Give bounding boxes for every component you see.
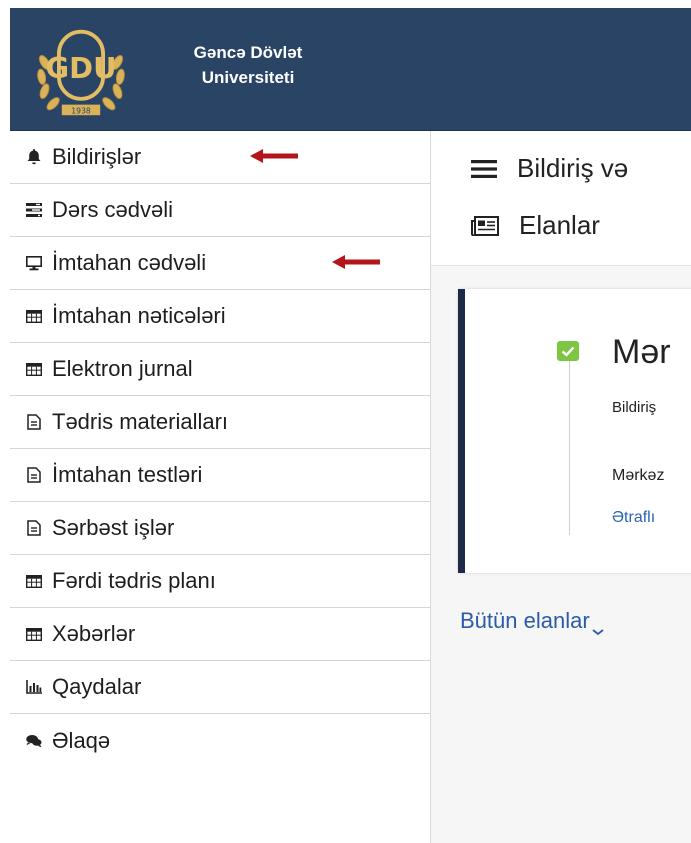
sidebar-item-label: İmtahan cədvəli [52, 250, 207, 275]
hamburger-menu-icon[interactable] [471, 159, 497, 179]
document-icon [26, 467, 42, 483]
announcement-body: Mərkəz [612, 467, 665, 484]
tasks-icon [26, 202, 42, 218]
announcement-title: Mər [612, 333, 671, 371]
table-icon [26, 308, 42, 324]
table-icon [26, 573, 42, 589]
table-icon [26, 361, 42, 377]
sidebar-item-label: Qaydalar [52, 674, 142, 699]
sidebar-item-independent-work[interactable]: Sərbəst işlər [10, 502, 430, 555]
sidebar-item-exam-tests[interactable]: İmtahan testləri [10, 449, 430, 502]
sidebar-item-label: Tədris materialları [52, 409, 229, 434]
document-icon [26, 414, 42, 430]
sidebar-item-teaching-materials[interactable]: Tədris materialları [10, 396, 430, 449]
read-more-link[interactable]: Ətraflı [612, 509, 655, 527]
table-icon [26, 626, 42, 642]
bar-chart-icon [26, 679, 42, 695]
announcements-row[interactable]: Elanlar [471, 210, 600, 241]
university-logo[interactable]: GDU 1938 [32, 24, 130, 120]
sidebar-item-label: Bildirişlər [52, 144, 142, 169]
top-nav-bar: Bildiriş və Elanlar [431, 131, 691, 266]
sidebar-item-class-schedule[interactable]: Dərs cədvəli [10, 184, 430, 237]
all-announcements-label: Bütün elanlar [460, 608, 590, 633]
sidebar-item-rules[interactable]: Qaydalar [10, 661, 430, 714]
sidebar-item-contact[interactable]: Əlaqə [10, 714, 430, 767]
sidebar-item-label: İmtahan testləri [52, 462, 203, 487]
sidebar-item-individual-plan[interactable]: Fərdi tədris planı [10, 555, 430, 608]
sidebar-item-label: Sərbəst işlər [52, 515, 175, 540]
chevron-down-icon [592, 617, 604, 636]
announcements-label: Elanlar [519, 210, 600, 240]
sidebar-nav: Bildirişlər Dərs cədvəli İmtahan cədvəli… [10, 131, 431, 843]
university-name-line1: Gəncə Dövlət [193, 43, 303, 62]
monitor-icon [26, 255, 42, 271]
sidebar-item-notifications[interactable]: Bildirişlər [10, 131, 430, 184]
comments-icon [26, 733, 42, 749]
timeline-line [569, 357, 570, 535]
all-announcements-link[interactable]: Bütün elanlar [460, 608, 604, 636]
svg-text:GDU: GDU [46, 51, 117, 85]
svg-text:1938: 1938 [71, 106, 91, 115]
sidebar-item-exam-results[interactable]: İmtahan nəticələri [10, 290, 430, 343]
announcement-card: Mər Bildiriş Mərkəz Ətraflı [458, 289, 691, 573]
main-content: Bildiriş və Elanlar Mər Bildiriş Mərkəz … [431, 131, 691, 843]
newspaper-icon [471, 215, 499, 236]
university-name-line2: Universiteti [201, 68, 295, 87]
sidebar-item-label: Dərs cədvəli [52, 197, 174, 222]
check-icon [557, 341, 579, 361]
header-bar: GDU 1938 Gəncə Dövlət Universiteti [10, 8, 691, 131]
notifications-menu-label: Bildiriş və [517, 153, 629, 183]
bell-icon [26, 149, 42, 165]
sidebar-item-label: Fərdi tədris planı [52, 568, 216, 593]
sidebar-item-label: İmtahan nəticələri [52, 303, 226, 328]
announcement-category: Bildiriş [612, 399, 657, 416]
menu-toggle-row[interactable]: Bildiriş və [471, 153, 628, 184]
sidebar-item-label: Əlaqə [52, 727, 111, 753]
university-name: Gəncə Dövlət Universiteti [138, 40, 358, 90]
sidebar-item-label: Elektron jurnal [52, 356, 193, 381]
document-icon [26, 520, 42, 536]
sidebar-item-news[interactable]: Xəbərlər [10, 608, 430, 661]
annotation-arrow-left-icon [332, 255, 380, 269]
sidebar-item-label: Xəbərlər [52, 621, 136, 646]
annotation-arrow-left-icon [250, 149, 298, 163]
sidebar-item-electronic-journal[interactable]: Elektron jurnal [10, 343, 430, 396]
